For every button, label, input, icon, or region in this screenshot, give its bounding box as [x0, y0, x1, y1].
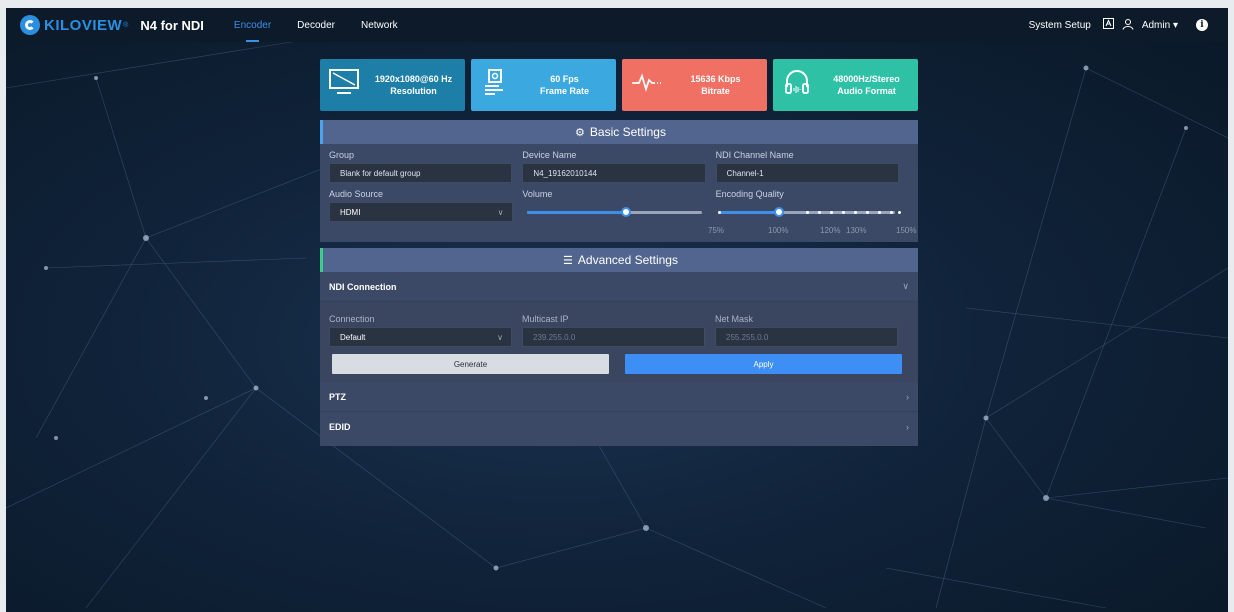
- advanced-settings-panel: ☰ Advanced Settings NDI Connection ∨ Con…: [320, 248, 918, 446]
- language-icon[interactable]: [1102, 18, 1114, 32]
- resolution-label: Resolution: [390, 86, 437, 96]
- kiloview-logo[interactable]: KILOVIEW ®: [20, 15, 128, 35]
- multicast-ip-label: Multicast IP: [522, 314, 569, 324]
- admin-label: Admin: [1141, 19, 1171, 31]
- info-icon[interactable]: i: [1196, 19, 1208, 31]
- chevron-down-icon: ∨: [497, 332, 503, 342]
- multicast-ip-input[interactable]: 239.255.0.0: [522, 327, 705, 347]
- nav-encoder[interactable]: Encoder: [234, 8, 271, 42]
- admin-dropdown[interactable]: Admin ▾: [1142, 20, 1178, 31]
- logo-icon: [20, 15, 40, 35]
- product-name: N4 for NDI: [140, 17, 204, 33]
- chevron-down-icon: ∨: [497, 207, 504, 217]
- generate-button[interactable]: Generate: [332, 354, 609, 374]
- resolution-card: 1920x1080@60 Hz Resolution: [320, 59, 465, 111]
- connection-value: Default: [340, 332, 366, 342]
- tick-label: 120%: [820, 226, 841, 235]
- tick-label: 100%: [768, 226, 789, 235]
- ndi-connection-section[interactable]: NDI Connection ∨: [320, 272, 918, 302]
- quality-handle[interactable]: [773, 207, 784, 217]
- net-mask-input[interactable]: 255.255.0.0: [715, 327, 898, 347]
- tick-label: 75%: [708, 226, 725, 235]
- chevron-right-icon: ›: [906, 422, 909, 432]
- group-label: Group: [329, 150, 355, 160]
- audio-format-label: Audio Format: [837, 86, 896, 96]
- ndi-channel-label: NDI Channel Name: [715, 150, 794, 160]
- bitrate-card: 15636 Kbps Bitrate: [622, 59, 767, 111]
- chevron-right-icon: ›: [906, 391, 909, 402]
- logo-text: KILOVIEW: [44, 16, 123, 34]
- audio-format-value: 48000Hz/Stereo: [833, 74, 900, 84]
- ndi-connection-title: NDI Connection: [329, 281, 397, 292]
- user-icon[interactable]: [1122, 18, 1134, 33]
- volume-label: Volume: [522, 189, 553, 199]
- audio-source-select[interactable]: HDMI ∨: [329, 202, 513, 222]
- group-input[interactable]: Blank for default group: [329, 163, 513, 183]
- ptz-section[interactable]: PTZ ›: [320, 382, 918, 412]
- advanced-settings-title: Advanced Settings: [577, 253, 678, 267]
- status-cards: 1920x1080@60 Hz Resolution 60 Fps Frame Ra…: [320, 59, 924, 111]
- audio-format-card: 48000Hz/Stereo Audio Format: [773, 59, 918, 111]
- ptz-title: PTZ: [329, 391, 346, 402]
- pulse-icon: [628, 72, 664, 98]
- top-navigation-bar: KILOVIEW ® N4 for NDI Encoder Decoder Net…: [6, 8, 1228, 42]
- basic-settings-panel: ⚙ Basic Settings Group Device Name NDI C…: [320, 120, 918, 242]
- encoding-quality-slider[interactable]: [716, 202, 901, 222]
- frame-rate-value: 60 Fps: [550, 74, 579, 84]
- volume-handle[interactable]: [620, 207, 631, 217]
- connection-label: Connection: [329, 314, 375, 324]
- basic-settings-title: Basic Settings: [589, 125, 666, 139]
- headphones-icon: [779, 69, 815, 101]
- ndi-channel-input[interactable]: Channel-1: [715, 163, 899, 183]
- volume-fill: [526, 211, 625, 214]
- nav-network[interactable]: Network: [361, 8, 398, 42]
- resolution-value: 1920x1080@60 Hz: [374, 74, 453, 84]
- basic-settings-header: ⚙ Basic Settings: [320, 120, 918, 144]
- apply-button[interactable]: Apply: [625, 354, 902, 374]
- system-setup-link[interactable]: System Setup: [1029, 20, 1091, 31]
- frame-rate-card: 60 Fps Frame Rate: [471, 59, 616, 111]
- app-window: KILOVIEW ® N4 for NDI Encoder Decoder Net…: [6, 8, 1228, 612]
- device-name-label: Device Name: [522, 150, 577, 160]
- encoding-quality-label: Encoding Quality: [715, 189, 784, 199]
- camera-icon: [477, 69, 513, 101]
- quality-fill: [719, 211, 782, 214]
- bitrate-value: 15636 Kbps: [690, 74, 741, 84]
- volume-slider[interactable]: [523, 202, 706, 222]
- audio-source-label: Audio Source: [329, 189, 384, 199]
- net-mask-label: Net Mask: [715, 314, 754, 324]
- advanced-settings-header: ☰ Advanced Settings: [320, 248, 918, 272]
- device-name-input[interactable]: N4_19162010144: [522, 163, 706, 183]
- frame-rate-label: Frame Rate: [539, 86, 590, 96]
- audio-source-value: HDMI: [340, 207, 361, 217]
- bitrate-label: Bitrate: [701, 86, 730, 96]
- connection-select[interactable]: Default ∨: [329, 327, 512, 347]
- ndi-connection-body: Connection Multicast IP Net Mask Default…: [320, 302, 918, 382]
- settings-icon: ⚙: [575, 126, 585, 139]
- top-right-menu: System Setup Admin ▾ i: [1029, 18, 1208, 33]
- edid-title: EDID: [329, 422, 351, 432]
- tick-label: 130%: [846, 226, 867, 235]
- sliders-icon: ☰: [563, 254, 573, 267]
- main-nav: Encoder Decoder Network: [234, 8, 424, 42]
- tick-label: 150%: [896, 226, 917, 235]
- chevron-down-icon: ∨: [902, 281, 909, 291]
- edid-section[interactable]: EDID ›: [320, 412, 918, 442]
- nav-decoder[interactable]: Decoder: [297, 8, 335, 42]
- monitor-icon: [326, 69, 362, 101]
